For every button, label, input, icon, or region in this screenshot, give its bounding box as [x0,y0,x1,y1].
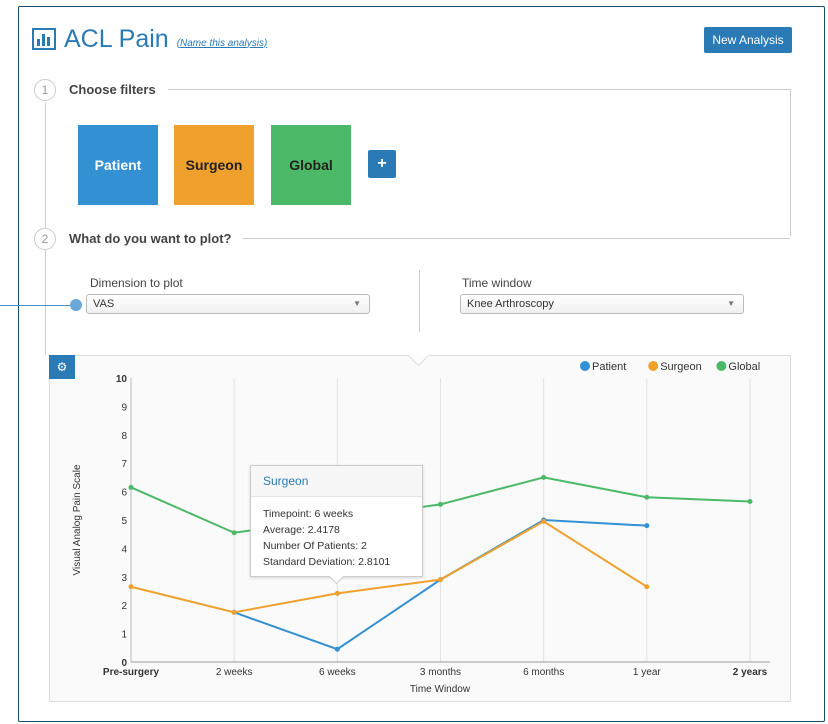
new-analysis-button[interactable]: New Analysis [704,27,792,53]
dimension-select[interactable]: VAS ▼ [86,294,370,314]
pointer-line [0,305,72,306]
tooltip-stdev: Standard Deviation: 2.8101 [263,556,391,568]
step-2-badge: 2 [34,228,56,250]
page-title: ACL Pain [64,24,169,53]
filter-patient[interactable]: Patient [78,125,158,205]
chevron-down-icon: ▼ [353,299,361,308]
filter-global[interactable]: Global [271,125,351,205]
page-header: ACL Pain (Name this analysis) [32,22,267,56]
filter-surgeon[interactable]: Surgeon [174,125,254,205]
name-analysis-link[interactable]: (Name this analysis) [177,38,268,49]
step-1-badge: 1 [34,79,56,101]
bar-chart-icon [32,28,56,50]
time-window-label: Time window [462,276,532,290]
dimension-value: VAS [93,298,115,310]
chevron-down-icon: ▼ [727,299,735,308]
time-window-value: Knee Arthroscopy [467,298,554,310]
dimension-label: Dimension to plot [90,276,183,290]
time-window-select[interactable]: Knee Arthroscopy ▼ [460,294,744,314]
step-connector-2 [45,250,46,355]
step-2-rule [243,238,790,239]
step-1-label: Choose filters [69,82,156,97]
chart-tooltip: Surgeon Timepoint: 6 weeks Average: 2.41… [250,465,423,577]
tooltip-title: Surgeon [251,466,422,497]
step-2-label: What do you want to plot? [69,231,232,246]
add-filter-button[interactable]: + [368,150,396,178]
step-1-rule [168,89,790,90]
tooltip-average: Average: 2.4178 [263,524,340,536]
field-divider [419,270,420,332]
pointer-dot [70,299,82,311]
tooltip-timepoint: Timepoint: 6 weeks [263,508,354,520]
step-connector [45,103,46,233]
gear-icon[interactable]: ⚙ [49,355,75,379]
step-1-right-rule [790,89,791,236]
tooltip-patients: Number Of Patients: 2 [263,540,367,552]
